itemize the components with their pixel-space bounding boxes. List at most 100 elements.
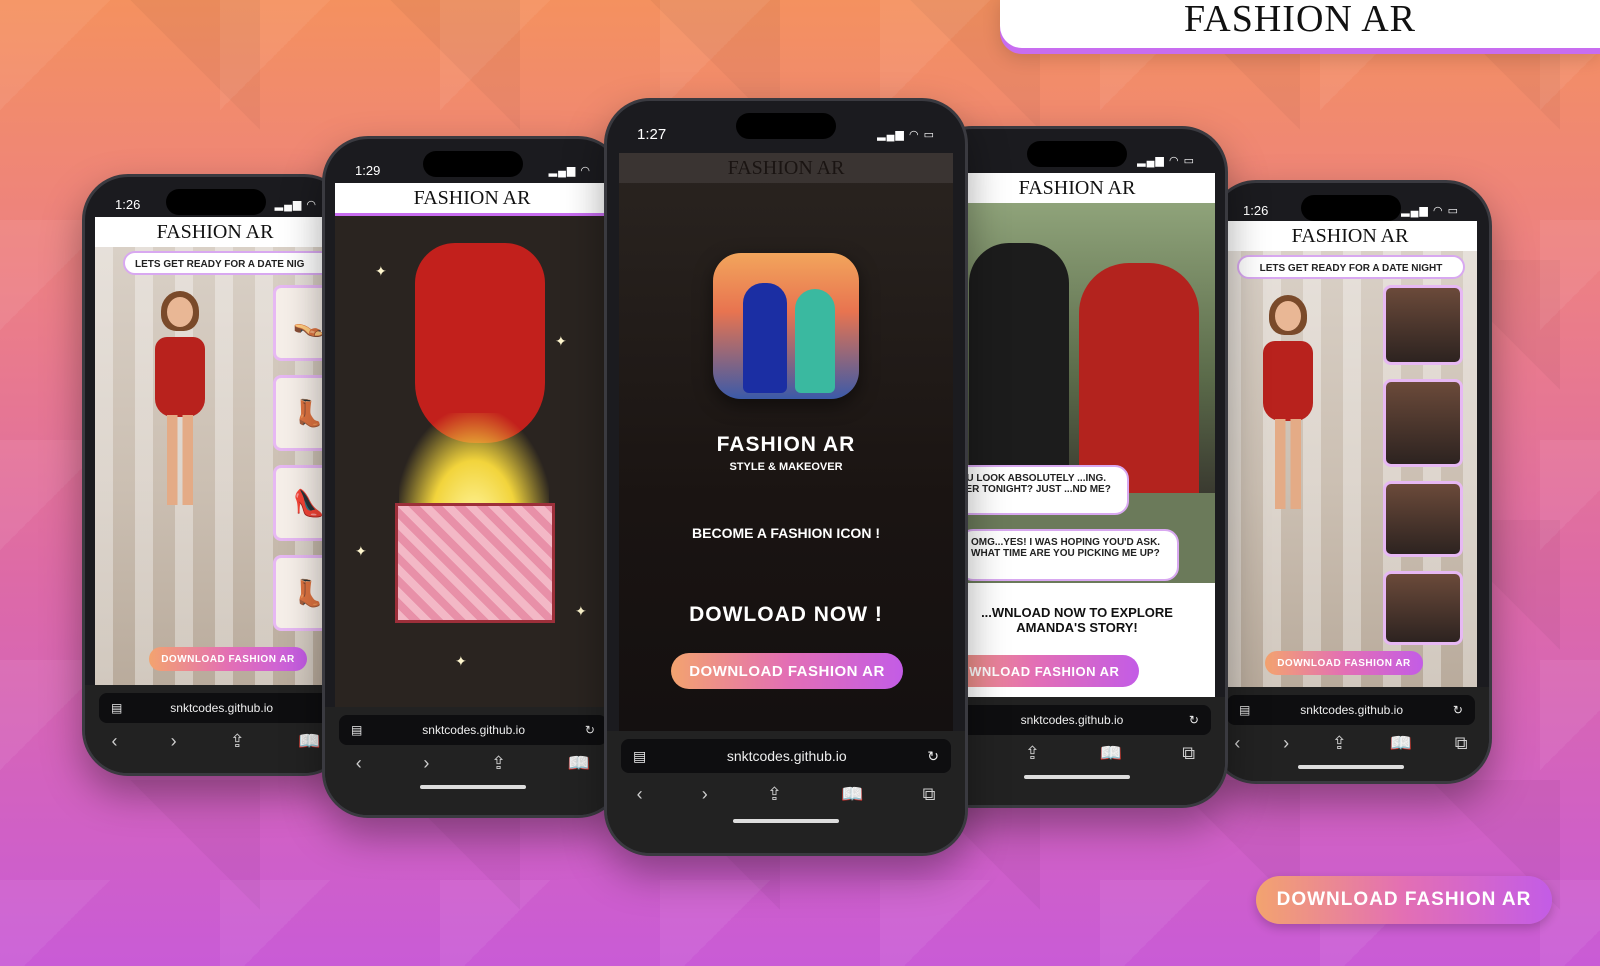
couple-scene [939,203,1215,493]
browser-toolbar: snktcodes.github.io ↻ › ⇪ 📖 ⧉ [929,697,1225,805]
status-bar: ▂▄▆ ◠ ▭ [929,143,1225,177]
reload-icon[interactable]: ↻ [585,723,595,737]
brand-banner: FASHION AR [1000,0,1600,48]
page-icon: ▤ [111,701,123,715]
home-indicator [1024,775,1130,779]
app-title: FASHION AR [1223,221,1477,254]
bookmarks-icon[interactable]: 📖 [568,753,590,774]
forward-icon[interactable]: › [1283,733,1289,754]
date-choices [1383,285,1463,645]
sparkle-icon: ✦ [555,333,567,349]
signal-icon: ▂▄▆ ◠ ▭ [877,128,935,141]
status-time: 1:26 [115,196,141,212]
share-icon[interactable]: ⇪ [1332,733,1347,754]
sparkle-icon: ✦ [575,603,587,619]
chat-bubble-2: OMG...YES! I WAS HOPING YOU'D ASK. WHAT … [959,529,1179,581]
speech-bubble: LETS GET READY FOR A DATE NIG [123,251,335,275]
bookmarks-icon[interactable]: 📖 [1390,733,1412,754]
date-option-3[interactable] [1383,481,1463,557]
share-icon[interactable]: ⇪ [1025,743,1040,764]
home-indicator [1298,765,1404,769]
forward-icon[interactable]: › [702,784,708,805]
url-bar[interactable]: ▤ snktcodes.github.io ↻ [621,739,951,773]
phone-2: 1:29 ▂▄▆ ◠ FASHION AR ✦ ✦ ✦ ✦ ✦ ▤ snktco… [322,136,624,818]
download-button[interactable]: DOWNLOAD FASHION AR [149,647,307,671]
url-text: snktcodes.github.io [170,701,274,715]
url-text: snktcodes.github.io [1020,713,1124,727]
explore-text: ...WNLOAD NOW TO EXPLORE AMANDA'S STORY! [981,605,1173,635]
url-text: snktcodes.github.io [422,723,525,737]
signal-icon: ▂▄▆ ◠ [548,164,591,177]
back-icon[interactable]: ‹ [112,731,118,752]
url-bar[interactable]: ▤ snktcodes.github.io ↻ [1227,695,1475,725]
url-bar[interactable]: snktcodes.github.io ↻ [943,705,1211,735]
home-indicator [733,819,839,823]
date-option-cowboy[interactable] [1383,285,1463,365]
url-text: snktcodes.github.io [726,748,847,764]
phone-4: ▂▄▆ ◠ ▭ FASHION AR ... YOU LOOK ABSOLUTE… [926,126,1228,808]
gift-box [395,503,555,623]
download-now-heading: DOWLOAD NOW ! [689,603,883,626]
nav-row: ‹ › ⇪ 📖 ⧉ [1213,725,1489,761]
reload-icon[interactable]: ↻ [927,748,939,765]
page-icon: ▤ [633,747,647,764]
phone-3: 1:27 ▂▄▆ ◠ ▭ FASHION AR FASHION AR STYLE… [604,98,968,856]
sparkle-icon: ✦ [375,263,387,279]
brand-title: FASHION AR [1183,0,1417,40]
avatar-amanda [149,291,209,507]
signal-icon: ▂▄▆ ◠ ▭ [1137,154,1195,167]
browser-toolbar: ▤ snktcodes.github.io ↻ ‹ › ⇪ 📖 ⧉ [1213,687,1489,781]
app-title: FASHION AR [95,217,335,250]
tagline: BECOME A FASHION ICON ! [692,525,880,541]
app-name: FASHION AR [716,433,856,456]
bookmarks-icon[interactable]: 📖 [841,784,863,805]
share-icon[interactable]: ⇪ [491,753,506,774]
download-button[interactable]: DOWNLOAD FASHION AR [1265,651,1423,675]
page-icon: ▤ [1239,703,1251,717]
phone-5: 1:26 ▂▄▆ ◠ ▭ FASHION AR LETS GET READY F… [1210,180,1492,784]
bookmarks-icon[interactable]: 📖 [1100,743,1122,764]
back-icon[interactable]: ‹ [1234,733,1240,754]
nav-row: ‹ › ⇪ 📖 [325,745,621,781]
signal-icon: ▂▄▆ ◠ [274,198,317,211]
download-button[interactable]: DOWNLOAD FASHION AR [671,653,903,689]
share-icon[interactable]: ⇪ [230,731,245,752]
browser-toolbar: ▤ snktcodes.github.io ‹ › ⇪ 📖 [85,685,347,773]
status-bar: 1:26 ▂▄▆ ◠ [85,187,347,221]
nav-row: ‹ › ⇪ 📖 [85,723,347,759]
date-option-4[interactable] [1383,571,1463,645]
app-title: FASHION AR [619,153,953,183]
page-icon: ▤ [351,723,363,737]
browser-toolbar: ▤ snktcodes.github.io ↻ ‹ › ⇪ 📖 [325,707,621,815]
reload-icon[interactable]: ↻ [1189,713,1199,727]
forward-icon[interactable]: › [171,731,177,752]
app-screen: FASHION AR ... YOU LOOK ABSOLUTELY ...IN… [939,173,1215,697]
app-screen: FASHION AR LETS GET READY FOR A DATE NIG… [95,217,335,685]
nav-row: › ⇪ 📖 ⧉ [929,735,1225,771]
amanda-figure [1079,263,1199,493]
date-option-2[interactable] [1383,379,1463,467]
download-fashion-ar-button[interactable]: DOWNLOAD FASHION AR [1256,876,1552,924]
back-icon[interactable]: ‹ [356,753,362,774]
speech-bubble: LETS GET READY FOR A DATE NIGHT [1237,255,1465,279]
sparkle-icon: ✦ [355,543,367,559]
home-indicator [420,785,526,789]
app-subtitle: STYLE & MAKEOVER [729,461,843,473]
url-text: snktcodes.github.io [1300,703,1403,717]
share-icon[interactable]: ⇪ [767,784,782,805]
back-icon[interactable]: ‹ [637,784,643,805]
download-button[interactable]: DOWNLOAD FASHION AR [939,655,1139,687]
forward-icon[interactable]: › [423,753,429,774]
tabs-icon[interactable]: ⧉ [1182,743,1195,764]
bookmarks-icon[interactable]: 📖 [298,731,320,752]
tabs-icon[interactable]: ⧉ [923,784,936,805]
reload-icon[interactable]: ↻ [1453,703,1463,717]
app-title: FASHION AR [335,183,609,216]
url-bar[interactable]: ▤ snktcodes.github.io [99,693,333,723]
url-bar[interactable]: ▤ snktcodes.github.io ↻ [339,715,607,745]
phone-1: 1:26 ▂▄▆ ◠ FASHION AR LETS GET READY FOR… [82,174,350,776]
status-time: 1:27 [637,125,667,143]
app-icon [713,253,859,399]
tabs-icon[interactable]: ⧉ [1455,733,1468,754]
browser-toolbar: ▤ snktcodes.github.io ↻ ‹ › ⇪ 📖 ⧉ [607,731,965,853]
